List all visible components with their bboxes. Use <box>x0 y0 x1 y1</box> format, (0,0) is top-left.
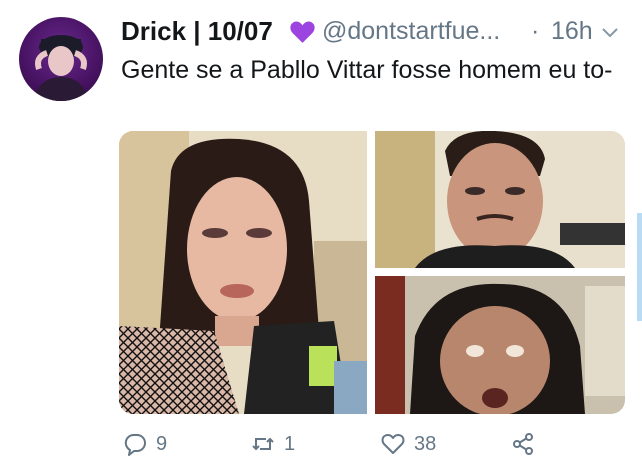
tweet-actions: 9 1 38 <box>122 428 562 460</box>
like-count: 38 <box>414 433 437 455</box>
user-handle[interactable]: @dontstartfue... <box>322 16 500 46</box>
photo-1[interactable] <box>119 131 367 414</box>
chevron-down-icon[interactable] <box>601 26 619 38</box>
reply-count: 9 <box>156 433 168 455</box>
retweet-button[interactable]: 1 <box>250 428 295 460</box>
tweet-text: Gente se a Pabllo Vittar fosse homem eu … <box>121 56 613 84</box>
like-button[interactable]: 38 <box>380 428 436 460</box>
display-name[interactable]: Drick | 10/07 <box>121 16 273 46</box>
tweet-card[interactable]: Drick | 10/07 @dontstartfue... · 16h Gen… <box>0 0 642 476</box>
retweet-icon <box>252 437 274 451</box>
reply-button[interactable]: 9 <box>122 428 167 460</box>
scroll-indicator <box>637 213 642 321</box>
timestamp[interactable]: 16h <box>551 16 593 46</box>
tweet-header: Drick | 10/07 @dontstartfue... · 16h <box>121 14 628 50</box>
share-icon <box>513 433 533 455</box>
separator-dot: · <box>531 17 540 45</box>
purple-heart-icon <box>289 20 316 44</box>
photo-3[interactable] <box>375 276 625 414</box>
heart-outline-icon <box>381 433 405 454</box>
avatar[interactable] <box>19 17 103 101</box>
photo-2[interactable] <box>375 131 625 268</box>
share-button[interactable] <box>510 428 536 460</box>
retweet-count: 1 <box>284 433 296 455</box>
media-grid <box>119 131 625 414</box>
comment-bubble-icon <box>124 434 146 456</box>
